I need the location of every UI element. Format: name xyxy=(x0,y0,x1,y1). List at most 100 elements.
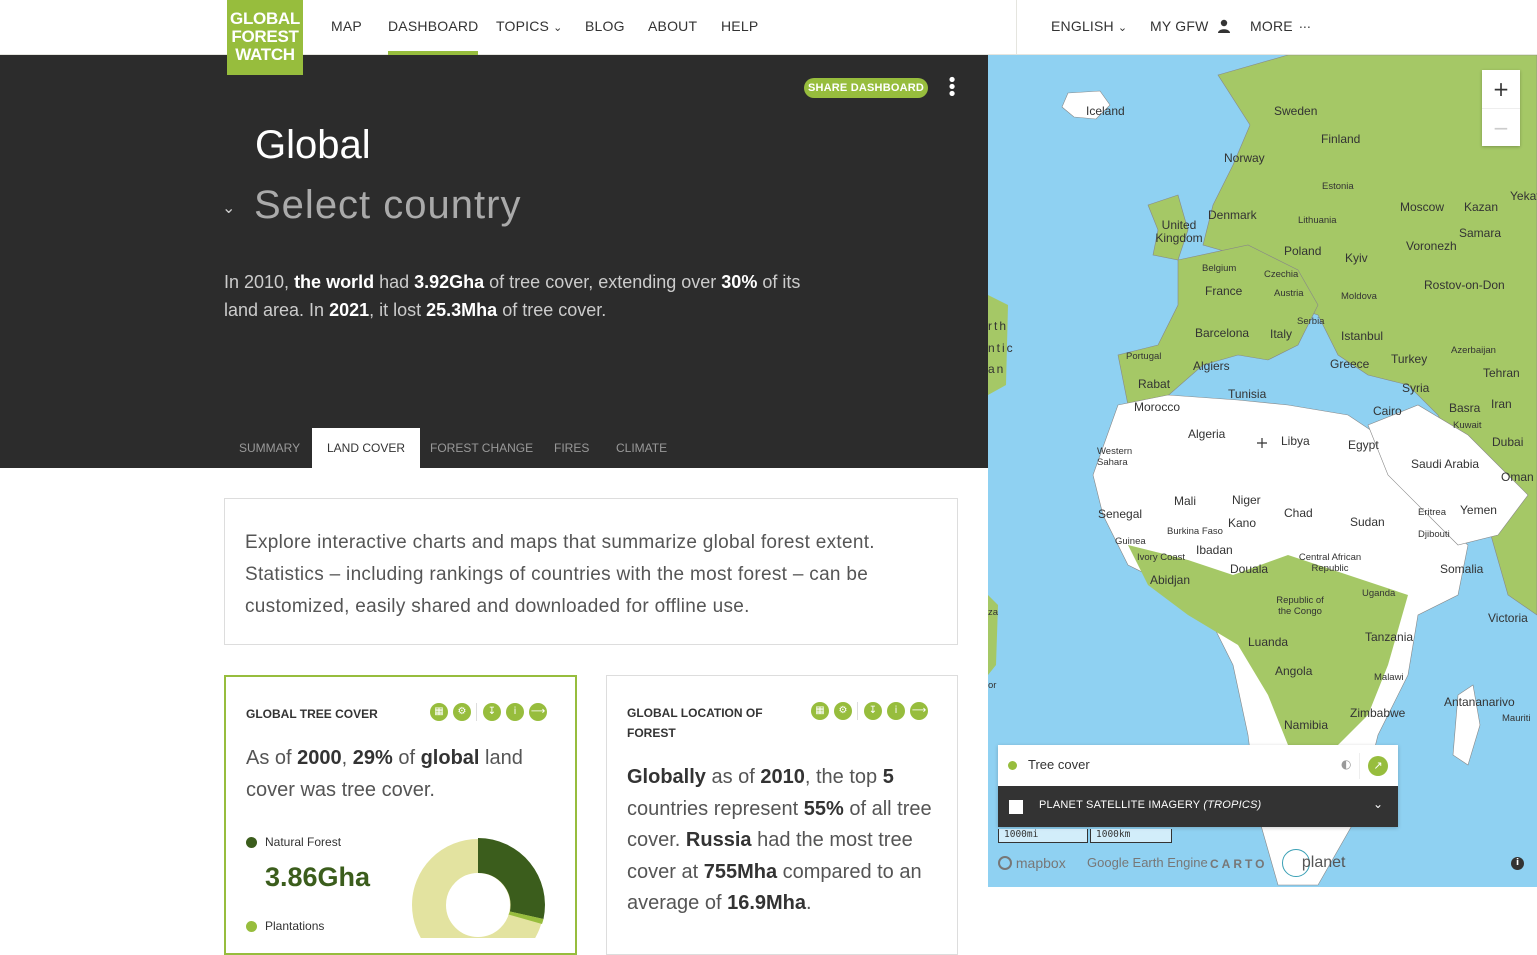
tab-land-cover[interactable]: LAND COVER xyxy=(312,428,421,468)
tab-summary[interactable]: SUMMARY xyxy=(224,428,315,468)
planet-credit[interactable]: planet xyxy=(1282,849,1345,877)
map-label: Central African Republic xyxy=(1298,552,1362,574)
widget-sentence: As of 2000, 29% of global land cover was… xyxy=(246,743,566,806)
gear-icon[interactable]: ⚙ xyxy=(834,702,852,720)
legend-divider xyxy=(1359,753,1360,779)
widget-sentence: Globally as of 2010, the top 5 countries… xyxy=(627,762,942,920)
map-label: Rostov-on-Don xyxy=(1424,278,1505,292)
chevron-down-icon[interactable]: ⌄ xyxy=(222,198,235,217)
map-label: za xyxy=(988,607,999,618)
chevron-down-icon: ⌄ xyxy=(1117,22,1128,34)
tab-forest-change[interactable]: FOREST CHANGE xyxy=(415,428,548,468)
nav-topics[interactable]: TOPICS ⌄ xyxy=(496,0,563,55)
info-icon[interactable]: i xyxy=(887,702,905,720)
tab-climate[interactable]: CLIMATE xyxy=(601,428,682,468)
map-label: Zimbabwe xyxy=(1350,706,1406,720)
map-label: Serbia xyxy=(1297,316,1325,327)
map-label: Lithuania xyxy=(1298,215,1337,226)
summary-highlight: 3.92Gha xyxy=(414,272,485,292)
tree-cover-widget[interactable]: GLOBAL TREE COVER ▦ ⚙ ↧ i ⟶ As of 2000, 29% … xyxy=(224,675,577,955)
share-icon[interactable]: ⟶ xyxy=(910,702,928,720)
chevron-down-icon[interactable]: ⌄ xyxy=(1373,797,1383,811)
more-menu[interactable]: MORE ⋯ xyxy=(1250,0,1311,55)
legend-plantations: Plantations xyxy=(246,919,324,933)
dashboard-tabs: SUMMARY LAND COVER FOREST CHANGE FIRES C… xyxy=(0,428,988,468)
country-selector[interactable]: Select country xyxy=(254,183,521,228)
summary-text: , it lost xyxy=(369,300,427,320)
map-icon[interactable]: ▦ xyxy=(811,702,829,720)
map-label: Austria xyxy=(1274,288,1304,299)
logo-line-2: FOREST xyxy=(231,27,299,46)
map-label: Dubai xyxy=(1492,435,1524,449)
legend-label: Plantations xyxy=(265,919,325,933)
map-label: Finland xyxy=(1321,132,1361,146)
map-label: Malawi xyxy=(1374,672,1404,683)
map-label: United Kingdom xyxy=(1155,218,1203,245)
nav-about[interactable]: ABOUT xyxy=(648,0,697,55)
planet-checkbox[interactable] xyxy=(1009,800,1023,814)
mapbox-credit[interactable]: mapbox xyxy=(998,855,1066,871)
location-of-forest-widget[interactable]: GLOBAL LOCATION OF FOREST ▦ ⚙ ↧ i ⟶ Globally… xyxy=(606,675,958,955)
nav-map[interactable]: MAP xyxy=(331,0,362,55)
download-icon[interactable]: ↧ xyxy=(864,702,882,720)
my-gfw-label: MY GFW xyxy=(1150,18,1209,34)
nav-dashboard[interactable]: DASHBOARD xyxy=(388,0,479,55)
layer-name: Tree cover xyxy=(1028,757,1090,772)
info-icon[interactable]: i xyxy=(506,703,524,721)
zoom-out-button[interactable]: − xyxy=(1482,108,1520,146)
sentence-highlight: 755Mha xyxy=(703,860,778,883)
carto-credit[interactable]: CARTO xyxy=(1210,857,1267,871)
planet-label-text: PLANET SATELLITE IMAGERY xyxy=(1039,799,1201,811)
tree-cover-donut-chart[interactable] xyxy=(411,838,545,938)
map-label: Turkey xyxy=(1391,352,1428,366)
language-selector[interactable]: ENGLISH ⌄ xyxy=(1051,0,1127,55)
toolbar-divider xyxy=(857,702,858,720)
map-label: or xyxy=(988,680,997,691)
top-navigation: GLOBAL FOREST WATCH MAP DASHBOARD TOPICS… xyxy=(0,0,1537,75)
map-label: Mauriti xyxy=(1502,713,1531,724)
map-label: Burkina Faso xyxy=(1167,526,1223,537)
global-summary-sentence: In 2010, the world had 3.92Gha of tree c… xyxy=(224,268,824,324)
map-label: Iceland xyxy=(1086,104,1125,118)
gear-icon[interactable]: ⚙ xyxy=(453,703,471,721)
opacity-icon[interactable]: ◐ xyxy=(1341,757,1351,771)
download-icon[interactable]: ↧ xyxy=(483,703,501,721)
map-label: Libya xyxy=(1281,434,1310,448)
gfw-logo[interactable]: GLOBAL FOREST WATCH xyxy=(227,0,303,75)
google-earth-engine-credit[interactable]: Google Earth Engine xyxy=(1087,855,1208,870)
map-label: Tehran xyxy=(1483,366,1520,380)
map-label: Mali xyxy=(1174,494,1197,508)
nav-help[interactable]: HELP xyxy=(721,0,758,55)
map-label: Republic of the Congo xyxy=(1276,595,1324,617)
planet-label: PLANET SATELLITE IMAGERY (TROPICS) xyxy=(1039,799,1261,811)
dashboard-header: SHARE DASHBOARD • • • Global ⌄ Select coun… xyxy=(0,55,988,428)
map-label: Djibouti xyxy=(1418,529,1450,540)
map-label: Angola xyxy=(1275,664,1313,678)
sentence-text: . xyxy=(806,892,812,914)
map-label: Antananarivo xyxy=(1444,695,1515,709)
share-icon[interactable]: ⟶ xyxy=(529,703,547,721)
legend-layer-tree-cover: Tree cover ◐ ↗ xyxy=(998,745,1398,786)
nav-blog[interactable]: BLOG xyxy=(585,0,625,55)
map-label: Abidjan xyxy=(1150,573,1191,587)
my-gfw-link[interactable]: MY GFW xyxy=(1150,0,1231,55)
planet-imagery-toggle[interactable]: PLANET SATELLITE IMAGERY (TROPICS) ⌄ xyxy=(998,786,1398,827)
tab-fires[interactable]: FIRES xyxy=(539,428,604,468)
mapbox-label: mapbox xyxy=(1015,855,1066,871)
nav-dashboard-label: DASHBOARD xyxy=(388,18,479,34)
kebab-menu-icon[interactable]: • • • xyxy=(945,72,959,104)
map-icon[interactable]: ▦ xyxy=(430,703,448,721)
sentence-highlight: global xyxy=(420,747,480,769)
sentence-text: , xyxy=(341,747,353,769)
ellipsis-icon: ⋯ xyxy=(1298,20,1312,34)
layer-color-dot xyxy=(1008,761,1017,770)
arrow-icon[interactable]: ↗ xyxy=(1368,756,1388,776)
map-label: Victoria xyxy=(1488,611,1528,625)
legend-label: Natural Forest xyxy=(265,835,342,849)
share-dashboard-button[interactable]: SHARE DASHBOARD xyxy=(804,78,928,98)
zoom-in-button[interactable]: + xyxy=(1482,70,1520,108)
map-label: Chad xyxy=(1284,506,1313,520)
sentence-highlight: 2000 xyxy=(297,747,342,769)
info-icon[interactable]: i xyxy=(1511,857,1524,870)
nav-topics-label: TOPICS xyxy=(496,18,550,34)
